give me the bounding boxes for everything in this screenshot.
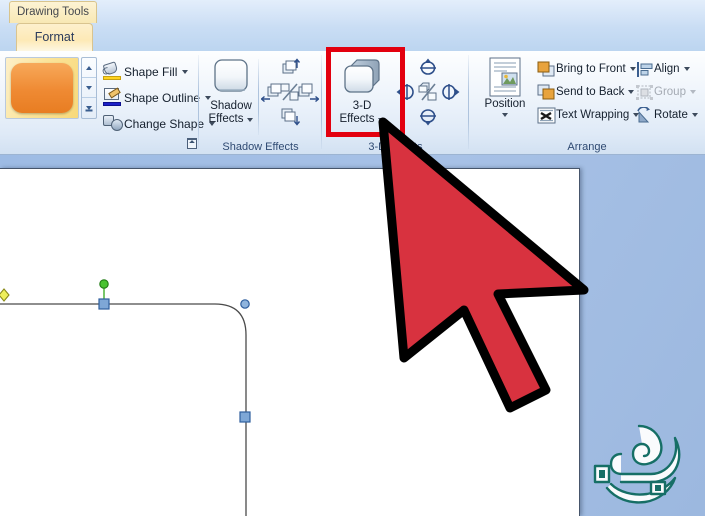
3d-effects-icon [344,59,380,93]
shadow-effects-label-line2: Effects [208,113,244,125]
mouse-cursor [378,117,589,413]
gallery-scroll-up-button[interactable] [82,58,96,78]
nudge-shadow-down-button[interactable] [279,107,301,127]
bring-to-front-label: Bring to Front [556,63,626,75]
shadow-effects-label-line1: Shadow [210,100,252,112]
nudge-shadow-up-button[interactable] [279,57,301,77]
gallery-scroll-down-button[interactable] [82,78,96,98]
shadow-effects-icon [214,59,248,92]
rotate-label: Rotate [654,109,688,121]
change-shape-icon [102,114,124,133]
chevron-down-icon [689,90,696,94]
rotate-icon [635,105,654,124]
align-label: Align [654,63,680,75]
nudge-shadow-right-icon [298,83,320,103]
nudge-shadow-up-icon [282,58,301,74]
shape-outline-label: Shape Outline [124,90,201,105]
nudge-shadow-cluster [260,57,320,133]
chevron-down-icon[interactable] [247,117,254,122]
align-icon [635,61,654,78]
shadow-effects-button[interactable]: Shadow Effects [204,57,258,126]
position-label: Position [484,98,526,110]
3d-on-off-button[interactable] [417,82,439,102]
3d-on-off-icon [418,82,437,101]
word-2007-window: Drawing Tools Format Shape Fill Shape Ou… [0,0,705,516]
3d-effects-label-line1: 3-D [352,100,372,112]
change-shape-label: Change Shape [124,116,205,131]
gallery-scroll-buttons [81,57,97,119]
group-icon [635,84,654,101]
rounded-rectangle-outline[interactable] [0,303,247,516]
send-to-back-icon [537,84,556,101]
tilt-right-button[interactable] [439,82,461,102]
send-to-back-button[interactable]: Send to Back [537,82,635,102]
position-icon [489,57,521,97]
align-button[interactable]: Align [635,59,690,79]
rotate-button[interactable]: Rotate [635,105,698,125]
tab-format[interactable]: Format [16,23,93,51]
gallery-more-button[interactable] [82,98,96,118]
resize-handle-right[interactable] [239,411,251,423]
group-label: Group [654,86,686,98]
nudge-shadow-right-button[interactable] [297,82,320,103]
cursor-arrow-shape [378,117,589,413]
tilt-up-button[interactable] [417,57,439,77]
adjustment-handle[interactable] [0,288,10,302]
chevron-down-icon[interactable] [182,69,189,74]
resize-handle-top[interactable] [98,298,110,310]
send-to-back-label: Send to Back [556,86,625,98]
tilt-left-button[interactable] [395,82,417,102]
tilt-up-icon [420,58,436,75]
shape-fill-label: Shape Fill [124,64,178,79]
tab-strip: Drawing Tools Format [0,0,705,51]
chevron-down-icon[interactable] [683,67,690,71]
bring-to-front-icon [537,61,556,78]
group-label-shadow-effects: Shadow Effects [222,141,299,153]
paint-bucket-icon [102,61,124,81]
chevron-down-icon[interactable] [691,113,698,117]
contextual-tab-drawing-tools: Drawing Tools [9,1,97,23]
ribbon-group-shadow-effects: Shadow Effects Shadow Effects [199,51,322,155]
group-button: Group [635,82,696,102]
chevron-down-icon[interactable] [628,90,635,94]
pencil-outline-icon [102,88,124,107]
rotation-handle[interactable] [99,279,109,289]
position-button[interactable]: Position [477,57,533,117]
shape-style-preview [11,63,73,113]
tilt-right-icon [442,84,460,100]
inner-divider [258,59,259,135]
shape-outline-button[interactable]: Shape Outline [102,87,212,108]
ribbon-group-shape-styles: Shape Fill Shape Outline Change Shape [0,51,216,155]
tilt-left-icon [396,84,414,100]
resize-handle-corner[interactable] [240,299,250,309]
shape-styles-dialog-launcher[interactable] [184,135,197,149]
bring-to-front-button[interactable]: Bring to Front [537,59,636,79]
shape-fill-button[interactable]: Shape Fill [102,61,189,82]
shape-styles-gallery[interactable] [5,57,79,119]
nudge-shadow-down-icon [281,108,301,126]
